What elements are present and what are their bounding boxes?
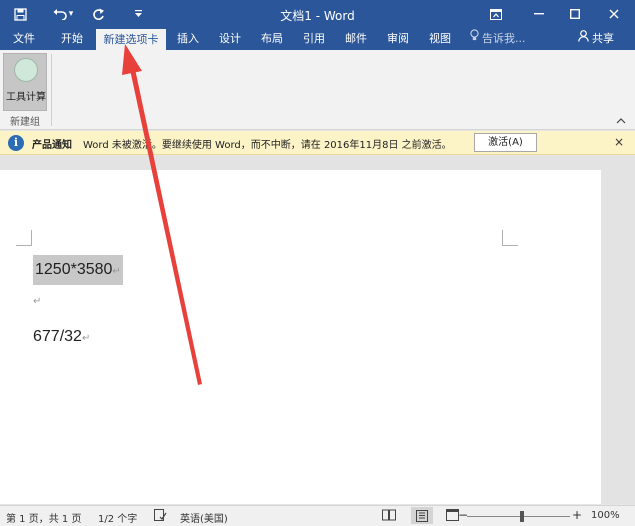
status-page[interactable]: 第 1 页，共 1 页 bbox=[6, 510, 81, 525]
share-button[interactable]: 共享 bbox=[578, 28, 635, 50]
tab-mailings[interactable]: 邮件 bbox=[338, 28, 374, 50]
paragraph-mark: ↵ bbox=[112, 266, 121, 277]
zoom-level[interactable]: 100% bbox=[591, 510, 620, 521]
zoom-slider-thumb[interactable] bbox=[520, 511, 524, 522]
margin-corner-top-left bbox=[16, 230, 32, 246]
document-line-selected[interactable]: 1250*3580↵ bbox=[33, 255, 123, 285]
line1-text: 1250*3580 bbox=[35, 261, 113, 278]
ribbon-group-separator bbox=[51, 54, 52, 126]
tool-calculate-button[interactable]: 工具计算 bbox=[3, 53, 47, 111]
status-word-count[interactable]: 1/2 个字 bbox=[98, 510, 137, 525]
person-icon bbox=[578, 28, 589, 50]
chevron-up-icon[interactable] bbox=[616, 116, 626, 127]
zoom-slider-track[interactable] bbox=[467, 516, 570, 517]
tab-design[interactable]: 设计 bbox=[212, 28, 248, 50]
tool-calculate-label: 工具计算 bbox=[6, 92, 46, 103]
tell-me-search[interactable]: 告诉我... bbox=[470, 28, 526, 50]
ribbon-display-icon[interactable] bbox=[483, 3, 509, 25]
lightbulb-icon bbox=[470, 28, 479, 50]
tab-new-tab[interactable]: 新建选项卡 bbox=[96, 29, 166, 51]
activation-notification: i 产品通知 Word 未被激活。要继续使用 Word，而不中断，请在 2016… bbox=[0, 131, 635, 155]
maximize-icon[interactable] bbox=[562, 3, 588, 25]
tab-home[interactable]: 开始 bbox=[52, 28, 92, 50]
tab-references[interactable]: 引用 bbox=[296, 28, 332, 50]
status-language[interactable]: 英语(美国) bbox=[180, 510, 228, 525]
zoom-out-button[interactable]: − bbox=[458, 508, 468, 522]
tab-review[interactable]: 审阅 bbox=[380, 28, 416, 50]
proofing-icon[interactable] bbox=[154, 509, 167, 524]
read-mode-icon[interactable] bbox=[382, 509, 396, 524]
share-label: 共享 bbox=[592, 32, 614, 45]
line3-text: 677/32 bbox=[33, 328, 82, 345]
ribbon-group-label: 新建组 bbox=[10, 117, 40, 128]
close-icon[interactable] bbox=[601, 3, 627, 25]
paragraph-mark: ↵ bbox=[81, 333, 91, 344]
activate-button[interactable]: 激活(A) bbox=[474, 133, 537, 152]
ribbon: 工具计算 新建组 bbox=[0, 50, 635, 130]
tab-file[interactable]: 文件 bbox=[4, 28, 44, 50]
tab-insert[interactable]: 插入 bbox=[170, 28, 206, 50]
circle-icon bbox=[14, 58, 38, 82]
notification-message: Word 未被激活。要继续使用 Word，而不中断，请在 2016年11月8日 … bbox=[83, 140, 452, 151]
ribbon-tabs: 文件 开始 新建选项卡 插入 设计 布局 引用 邮件 审阅 视图 告诉我... … bbox=[0, 28, 635, 51]
document-page[interactable]: 1250*3580↵ ↵ 677/32↵ bbox=[0, 170, 601, 504]
close-notification-icon[interactable]: × bbox=[614, 135, 624, 149]
info-icon: i bbox=[8, 135, 24, 151]
zoom-in-button[interactable]: + bbox=[572, 508, 582, 522]
print-layout-icon[interactable] bbox=[411, 507, 433, 524]
margin-corner-top-right bbox=[502, 230, 518, 246]
tab-layout[interactable]: 布局 bbox=[254, 28, 290, 50]
empty-paragraph-mark: ↵ bbox=[33, 296, 42, 307]
minimize-icon[interactable] bbox=[526, 3, 552, 25]
tab-view[interactable]: 视图 bbox=[422, 28, 458, 50]
document-area: 1250*3580↵ ↵ 677/32↵ bbox=[0, 156, 635, 504]
status-bar: 第 1 页，共 1 页 1/2 个字 英语(美国) − + 100% bbox=[0, 505, 635, 526]
document-line[interactable]: 677/32↵ bbox=[33, 328, 90, 346]
title-bar: ▾ 文档1 - Word bbox=[0, 0, 635, 28]
notification-title: 产品通知 bbox=[32, 140, 72, 151]
tell-me-placeholder: 告诉我... bbox=[482, 32, 526, 45]
